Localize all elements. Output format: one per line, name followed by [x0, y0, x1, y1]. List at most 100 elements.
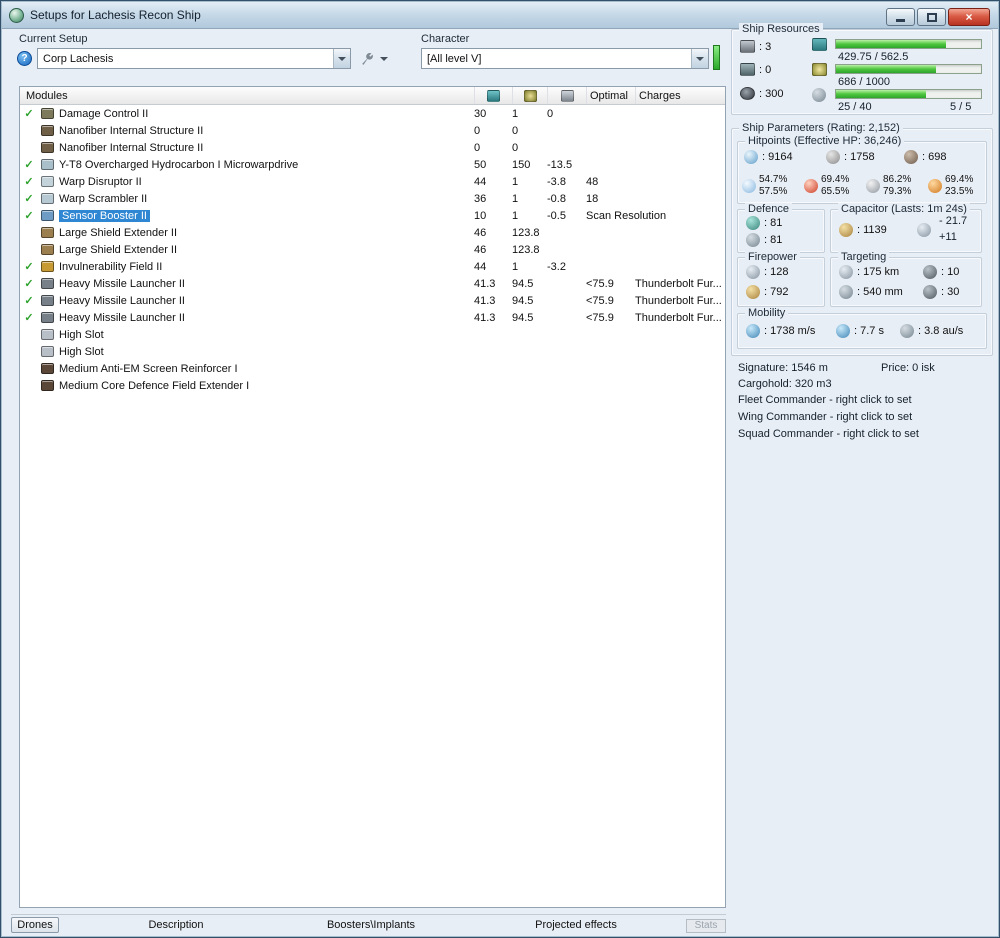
- module-row[interactable]: ✓ Large Shield Extender II 46 123.8: [20, 241, 725, 258]
- module-row[interactable]: ✓ Warp Disruptor II 44 1 -3.8 48: [20, 173, 725, 190]
- module-charges: Thunderbolt Fur...: [635, 277, 722, 290]
- max-speed: : 1738 m/s: [764, 325, 816, 337]
- powergrid-bar: [835, 64, 982, 74]
- module-row[interactable]: ✓ Damage Control II 30 1 0: [20, 105, 725, 122]
- active-check-icon: ✓: [24, 295, 34, 307]
- module-icon: [40, 346, 54, 357]
- sensor-strength: : 30: [941, 286, 960, 298]
- module-powergrid: 1: [512, 192, 519, 205]
- cargohold: Cargohold: 320 m3: [738, 378, 832, 390]
- module-row[interactable]: ✓ Medium Anti-EM Screen Reinforcer I: [20, 360, 725, 377]
- fleet-commander-setter[interactable]: Fleet Commander - right click to set: [738, 394, 912, 406]
- thermal-resist-icon: [804, 178, 818, 193]
- module-cpu: 50: [474, 158, 487, 171]
- module-powergrid: 94.5: [512, 294, 534, 307]
- help-icon[interactable]: ?: [17, 51, 32, 66]
- module-row[interactable]: ✓ Sensor Booster II 10 1 -0.5 Scan Resol…: [20, 207, 725, 224]
- module-row[interactable]: ✓ Y-T8 Overcharged Hydrocarbon I Microwa…: [20, 156, 725, 173]
- module-optimal: <75.9: [586, 277, 614, 290]
- defence-value-1: : 81: [764, 217, 783, 229]
- tab-boosters-implants[interactable]: Boosters\Implants: [301, 919, 441, 931]
- align-time-icon: [836, 324, 850, 338]
- module-capacitor: -3.2: [547, 260, 566, 273]
- tab-drones[interactable]: Drones: [11, 917, 59, 933]
- module-cpu: 10: [474, 209, 487, 222]
- dronebay-icon: [812, 88, 826, 102]
- titlebar: Setups for Lachesis Recon Ship: [2, 2, 998, 29]
- module-icon: [40, 329, 54, 340]
- module-icon: [40, 380, 54, 391]
- tab-description[interactable]: Description: [116, 919, 236, 931]
- module-capacitor: -13.5: [547, 158, 573, 171]
- powergrid-usage: 686 / 1000: [838, 76, 890, 88]
- tab-projected-effects[interactable]: Projected effects: [506, 919, 646, 931]
- module-optimal: <75.9: [586, 294, 614, 307]
- close-icon: ×: [965, 10, 973, 24]
- module-name: Invulnerability Field II: [59, 260, 163, 273]
- module-name: Large Shield Extender II: [59, 226, 178, 239]
- capacitor-recharge: +11: [939, 231, 957, 243]
- current-setup-label: Current Setup: [19, 33, 88, 45]
- module-row[interactable]: ✓ Nanofiber Internal Structure II 0 0: [20, 139, 725, 156]
- current-setup-dropdown-arrow[interactable]: [333, 49, 350, 68]
- cpu-bar: [835, 39, 982, 49]
- module-row[interactable]: ✓ High Slot: [20, 343, 725, 360]
- module-name: High Slot: [59, 328, 104, 341]
- module-name: Heavy Missile Launcher II: [59, 277, 185, 290]
- dps-icon: [746, 285, 760, 299]
- module-name: High Slot: [59, 345, 104, 358]
- module-capacitor: -0.8: [547, 192, 566, 205]
- module-icon: [40, 244, 54, 255]
- stats-button[interactable]: Stats: [686, 919, 726, 933]
- capacitor-drain: - 21.7: [939, 215, 968, 227]
- capacitor-group: Capacitor (Lasts: 1m 24s) : 1139 - 21.7 …: [830, 203, 982, 253]
- capacitor-title: Capacitor (Lasts: 1m 24s): [838, 203, 970, 215]
- powergrid-column-icon: [523, 89, 537, 102]
- turret-hardpoint-icon: [740, 40, 755, 53]
- module-optimal: <75.9: [586, 311, 614, 324]
- armor-hp-icon: [826, 150, 840, 164]
- module-row[interactable]: ✓ Heavy Missile Launcher II 41.3 94.5 <7…: [20, 309, 725, 326]
- module-capacitor: -0.5: [547, 209, 566, 222]
- module-row[interactable]: ✓ Invulnerability Field II 44 1 -3.2: [20, 258, 725, 275]
- warp-speed-icon: [900, 324, 914, 338]
- max-targets: : 10: [941, 266, 960, 278]
- setup-tools-button[interactable]: [359, 50, 388, 67]
- module-icon: [40, 363, 54, 374]
- wing-commander-setter[interactable]: Wing Commander - right click to set: [738, 411, 912, 423]
- character-dropdown-arrow[interactable]: [691, 49, 708, 68]
- module-row[interactable]: ✓ Large Shield Extender II 46 123.8: [20, 224, 725, 241]
- module-name: Warp Disruptor II: [59, 175, 142, 188]
- volley-value: : 128: [764, 266, 789, 278]
- module-name: Large Shield Extender II: [59, 243, 178, 256]
- kinetic-shield-resist: 86.2%: [883, 174, 912, 185]
- active-check-icon: ✓: [24, 278, 34, 290]
- minimize-button[interactable]: [886, 8, 915, 26]
- volley-icon: [746, 265, 760, 279]
- defence-group: Defence : 81 : 81: [737, 203, 825, 253]
- module-cpu: 41.3: [474, 294, 496, 307]
- module-row[interactable]: ✓ Nanofiber Internal Structure II 0 0: [20, 122, 725, 139]
- module-row[interactable]: ✓ Warp Scrambler II 36 1 -0.8 18: [20, 190, 725, 207]
- module-row[interactable]: ✓ Heavy Missile Launcher II 41.3 94.5 <7…: [20, 275, 725, 292]
- active-check-icon: ✓: [24, 210, 34, 222]
- module-optimal: 18: [586, 192, 599, 205]
- capacitor-amount: : 1139: [857, 224, 887, 236]
- module-row[interactable]: ✓ High Slot: [20, 326, 725, 343]
- current-setup-combo[interactable]: Corp Lachesis: [37, 48, 351, 69]
- module-row[interactable]: ✓ Heavy Missile Launcher II 41.3 94.5 <7…: [20, 292, 725, 309]
- module-icon: [40, 227, 54, 238]
- close-button[interactable]: ×: [948, 8, 990, 26]
- explosive-resist-icon: [928, 178, 942, 193]
- module-cpu: 36: [474, 192, 487, 205]
- module-row[interactable]: ✓ Medium Core Defence Field Extender I: [20, 377, 725, 394]
- shield-hp-icon: [744, 150, 758, 164]
- bottom-tab-bar: Drones Description Boosters\Implants Pro…: [11, 914, 726, 934]
- module-powergrid: 94.5: [512, 311, 534, 324]
- squad-commander-setter[interactable]: Squad Commander - right click to set: [738, 428, 919, 440]
- module-name: Nanofiber Internal Structure II: [59, 141, 204, 154]
- module-cpu: 41.3: [474, 311, 496, 324]
- maximize-button[interactable]: [917, 8, 946, 26]
- module-optimal: Scan Resolution: [586, 209, 667, 222]
- character-combo[interactable]: [All level V]: [421, 48, 709, 69]
